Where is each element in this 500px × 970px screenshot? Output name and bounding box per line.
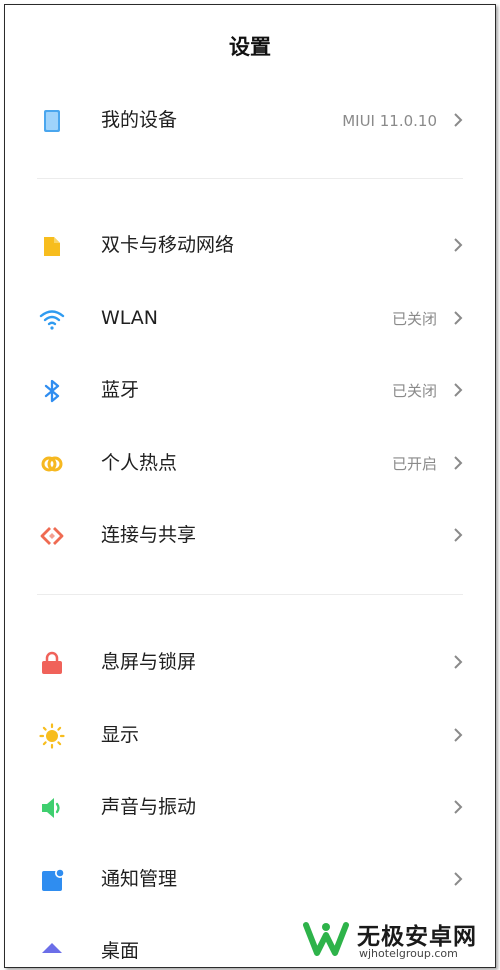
chevron-right-icon — [454, 238, 463, 252]
bluetooth-row[interactable]: 蓝牙 已关闭 — [5, 360, 495, 420]
chevron-right-icon — [454, 311, 463, 325]
desktop-icon — [42, 943, 62, 953]
lock-screen-row[interactable]: 息屏与锁屏 — [5, 632, 495, 692]
hotspot-icon — [41, 456, 63, 472]
speaker-icon — [42, 798, 60, 818]
bluetooth-status: 已关闭 — [391, 382, 437, 400]
display-label: 显示 — [101, 724, 140, 746]
watermark: 无极安卓网 wjhotelgroup.com — [299, 917, 489, 961]
wlan-status: 已关闭 — [391, 310, 437, 328]
wlan-label: WLAN — [101, 307, 159, 329]
tablet-icon — [44, 110, 60, 132]
dual-sim-network-row[interactable]: 双卡与移动网络 — [5, 215, 495, 275]
miui-version: MIUI 11.0.10 — [342, 112, 437, 130]
bluetooth-icon — [44, 379, 60, 403]
sim-card-icon — [44, 237, 60, 256]
chevron-right-icon — [454, 456, 463, 470]
dual-sim-label: 双卡与移动网络 — [101, 234, 235, 256]
notification-label: 通知管理 — [101, 868, 178, 890]
hotspot-status: 已开启 — [391, 455, 437, 473]
chevron-right-icon — [454, 655, 463, 669]
lock-screen-label: 息屏与锁屏 — [101, 651, 197, 673]
watermark-logo-icon — [303, 922, 349, 956]
personal-hotspot-row[interactable]: 个人热点 已开启 — [5, 433, 495, 493]
my-device-label: 我的设备 — [101, 109, 178, 131]
desktop-label: 桌面 — [101, 940, 140, 962]
watermark-url: wjhotelgroup.com — [359, 947, 458, 960]
chevron-right-icon — [454, 800, 463, 814]
hotspot-label: 个人热点 — [101, 452, 178, 474]
watermark-name: 无极安卓网 — [357, 924, 477, 950]
connection-sharing-row[interactable]: 连接与共享 — [5, 505, 495, 565]
settings-screen: 设置 我的设备 MIUI 11.0.10 双卡与移动网络 WLAN 已关闭 蓝牙… — [4, 4, 496, 968]
my-device-row[interactable]: 我的设备 MIUI 11.0.10 — [5, 90, 495, 150]
chevron-right-icon — [454, 872, 463, 886]
sound-vibration-row[interactable]: 声音与振动 — [5, 777, 495, 837]
sound-vibration-label: 声音与振动 — [101, 796, 197, 818]
lock-icon — [42, 651, 62, 674]
sun-icon — [39, 723, 65, 749]
chevron-right-icon — [454, 528, 463, 542]
wifi-icon — [39, 310, 65, 330]
divider — [37, 178, 463, 179]
divider — [37, 594, 463, 595]
connection-share-icon — [40, 527, 64, 545]
chevron-right-icon — [454, 113, 463, 127]
notification-icon — [42, 868, 65, 891]
chevron-right-icon — [454, 728, 463, 742]
wlan-row[interactable]: WLAN 已关闭 — [5, 288, 495, 348]
display-row[interactable]: 显示 — [5, 705, 495, 765]
page-title: 设置 — [229, 35, 271, 59]
chevron-right-icon — [454, 383, 463, 397]
connection-sharing-label: 连接与共享 — [101, 524, 197, 546]
notification-management-row[interactable]: 通知管理 — [5, 849, 495, 909]
bluetooth-label: 蓝牙 — [101, 379, 140, 401]
